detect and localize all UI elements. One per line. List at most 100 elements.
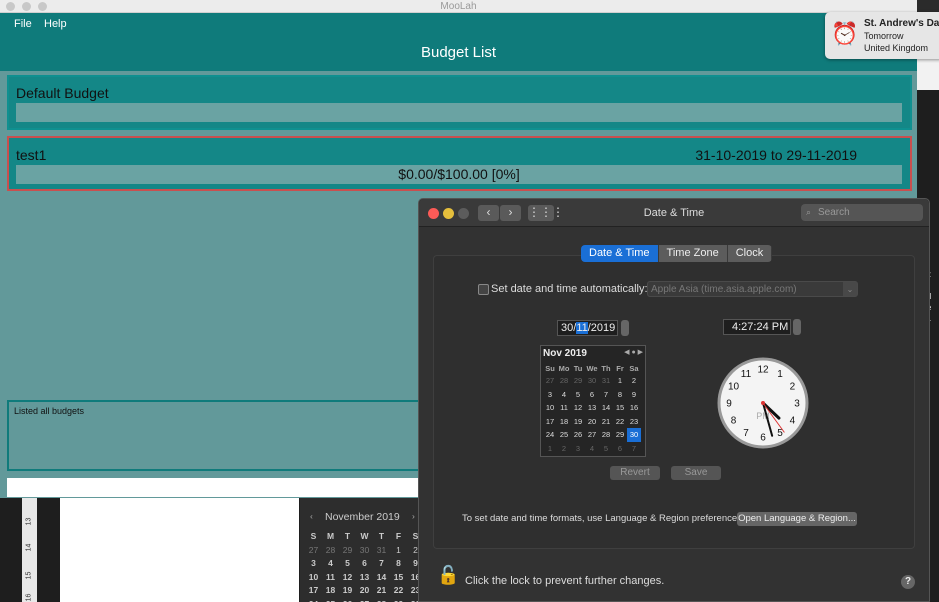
auto-time-checkbox[interactable] bbox=[478, 284, 489, 295]
mini-calendar-day[interactable]: 5 bbox=[339, 558, 356, 572]
mini-calendar-day[interactable]: 8 bbox=[390, 558, 407, 572]
mini-calendar-day[interactable]: 26 bbox=[339, 599, 356, 602]
open-language-region-button[interactable]: Open Language & Region... bbox=[737, 512, 857, 526]
help-button[interactable]: ? bbox=[901, 575, 915, 589]
mini-calendar-day[interactable]: 27 bbox=[305, 545, 322, 559]
calendar-day[interactable]: 31 bbox=[599, 374, 613, 388]
save-button[interactable]: Save bbox=[671, 466, 721, 480]
command-input[interactable] bbox=[7, 478, 422, 497]
mini-calendar-day[interactable]: 11 bbox=[322, 572, 339, 586]
calendar-day[interactable]: 26 bbox=[571, 428, 585, 442]
budget-card-default[interactable]: Default Budget bbox=[7, 75, 912, 130]
mini-calendar-day[interactable]: 7 bbox=[373, 558, 390, 572]
next-month-icon[interactable]: › bbox=[412, 511, 415, 521]
tab-date-time[interactable]: Date & Time bbox=[581, 245, 659, 262]
calendar-day[interactable]: 8 bbox=[613, 388, 627, 402]
mini-calendar-day[interactable]: 30 bbox=[356, 545, 373, 559]
date-stepper[interactable] bbox=[621, 320, 629, 336]
calendar-nav-icon[interactable]: ◀ ● ▶ bbox=[624, 348, 643, 356]
mini-calendar-day[interactable]: 17 bbox=[305, 585, 322, 599]
calendar-day[interactable]: 5 bbox=[599, 442, 613, 456]
calendar-day[interactable]: 24 bbox=[543, 428, 557, 442]
mini-calendar-day[interactable]: 14 bbox=[373, 572, 390, 586]
calendar-day[interactable]: 10 bbox=[543, 401, 557, 415]
tab-time-zone[interactable]: Time Zone bbox=[658, 245, 728, 262]
calendar-day[interactable]: 11 bbox=[557, 401, 571, 415]
mini-calendar-day[interactable]: 29 bbox=[390, 599, 407, 602]
calendar-day[interactable]: 23 bbox=[627, 415, 641, 429]
close-button[interactable] bbox=[428, 208, 439, 219]
calendar-day[interactable]: 6 bbox=[613, 442, 627, 456]
calendar-day[interactable]: 4 bbox=[557, 388, 571, 402]
minimize-button[interactable] bbox=[443, 208, 454, 219]
calendar-day[interactable]: 16 bbox=[627, 401, 641, 415]
calendar-day[interactable]: 1 bbox=[543, 442, 557, 456]
calendar-day[interactable]: 1 bbox=[613, 374, 627, 388]
time-stepper[interactable] bbox=[793, 319, 801, 335]
mini-calendar-day[interactable]: 13 bbox=[356, 572, 373, 586]
menu-file[interactable]: File bbox=[14, 18, 32, 30]
menu-help[interactable]: Help bbox=[44, 18, 67, 30]
mini-calendar-day[interactable]: 22 bbox=[390, 585, 407, 599]
calendar-day[interactable]: 14 bbox=[599, 401, 613, 415]
time-field[interactable]: 4:27:24 PM bbox=[723, 319, 791, 335]
budget-card-test1[interactable]: test1 31-10-2019 to 29-11-2019 $0.00/$10… bbox=[7, 136, 912, 191]
mini-calendar-day[interactable]: 12 bbox=[339, 572, 356, 586]
notification-banner[interactable]: ⏰ St. Andrew's Day Tomorrow United Kingd… bbox=[825, 12, 939, 59]
calendar-day[interactable]: 27 bbox=[543, 374, 557, 388]
calendar-day[interactable]: 20 bbox=[585, 415, 599, 429]
calendar-day[interactable]: 28 bbox=[557, 374, 571, 388]
forward-button[interactable]: › bbox=[500, 205, 521, 221]
mini-calendar-day[interactable]: 1 bbox=[390, 545, 407, 559]
calendar-day[interactable]: 2 bbox=[627, 374, 641, 388]
date-day[interactable]: 30 bbox=[561, 322, 573, 334]
search-input[interactable]: ⌕ Search bbox=[801, 204, 923, 221]
mini-calendar-day[interactable]: 29 bbox=[339, 545, 356, 559]
lock-icon[interactable]: 🔓 bbox=[437, 565, 459, 586]
calendar-day[interactable]: 29 bbox=[613, 428, 627, 442]
mini-calendar-day[interactable]: 19 bbox=[339, 585, 356, 599]
date-month[interactable]: 11 bbox=[576, 322, 588, 334]
calendar-day-view[interactable] bbox=[60, 498, 299, 602]
mini-calendar-day[interactable]: 18 bbox=[322, 585, 339, 599]
date-field[interactable]: 30/11/2019 bbox=[557, 320, 618, 336]
calendar-day[interactable]: 21 bbox=[599, 415, 613, 429]
mini-calendar-day[interactable]: 31 bbox=[373, 545, 390, 559]
time-server-select[interactable]: Apple Asia (time.asia.apple.com) ⌄ bbox=[647, 281, 858, 297]
mini-calendar-day[interactable]: 27 bbox=[356, 599, 373, 602]
prev-month-icon[interactable]: ‹ bbox=[310, 511, 313, 521]
show-all-grid-icon[interactable]: ⋮⋮⋮ bbox=[528, 205, 564, 221]
calendar-day[interactable]: 3 bbox=[543, 388, 557, 402]
calendar-day[interactable]: 13 bbox=[585, 401, 599, 415]
mini-calendar-day[interactable]: 24 bbox=[305, 599, 322, 602]
revert-button[interactable]: Revert bbox=[610, 466, 660, 480]
zoom-button[interactable] bbox=[458, 208, 469, 219]
calendar-day[interactable]: 30 bbox=[627, 428, 641, 442]
calendar-day[interactable]: 7 bbox=[627, 442, 641, 456]
calendar-day[interactable]: 28 bbox=[599, 428, 613, 442]
mini-calendar-day[interactable]: 20 bbox=[356, 585, 373, 599]
mini-calendar-day[interactable]: 15 bbox=[390, 572, 407, 586]
calendar-day[interactable]: 2 bbox=[557, 442, 571, 456]
calendar-day[interactable]: 7 bbox=[599, 388, 613, 402]
calendar-day[interactable]: 3 bbox=[571, 442, 585, 456]
mini-calendar-day[interactable]: 6 bbox=[356, 558, 373, 572]
calendar-day[interactable]: 30 bbox=[585, 374, 599, 388]
mini-calendar-day[interactable]: 28 bbox=[373, 599, 390, 602]
calendar-day[interactable]: 12 bbox=[571, 401, 585, 415]
mini-calendar-day[interactable]: 4 bbox=[322, 558, 339, 572]
mini-calendar-day[interactable]: 25 bbox=[322, 599, 339, 602]
mini-calendar-day[interactable]: 21 bbox=[373, 585, 390, 599]
calendar-day[interactable]: 29 bbox=[571, 374, 585, 388]
mini-calendar-day[interactable]: 28 bbox=[322, 545, 339, 559]
calendar-day[interactable]: 15 bbox=[613, 401, 627, 415]
calendar-day[interactable]: 17 bbox=[543, 415, 557, 429]
calendar-day[interactable]: 19 bbox=[571, 415, 585, 429]
calendar-day[interactable]: 27 bbox=[585, 428, 599, 442]
back-button[interactable]: ‹ bbox=[478, 205, 499, 221]
calendar-day[interactable]: 18 bbox=[557, 415, 571, 429]
calendar-day[interactable]: 6 bbox=[585, 388, 599, 402]
mini-calendar-day[interactable]: 3 bbox=[305, 558, 322, 572]
date-year[interactable]: 2019 bbox=[591, 322, 615, 334]
calendar-day[interactable]: 9 bbox=[627, 388, 641, 402]
